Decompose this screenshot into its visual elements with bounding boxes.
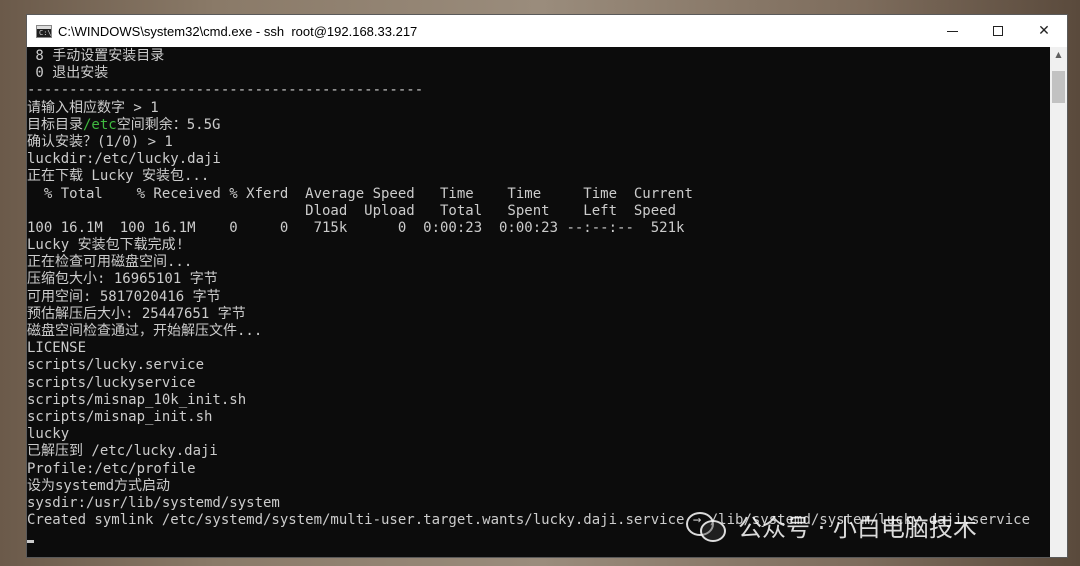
wechat-icon [686, 510, 728, 542]
console-line: luckdir:/etc/lucky.daji [27, 151, 221, 168]
maximize-button[interactable] [975, 15, 1021, 47]
console-line: scripts/luckyservice [27, 374, 196, 391]
watermark-text: 公众号 · 小白电脑技术 [738, 513, 977, 542]
console-line: LICENSE [27, 340, 87, 357]
console-line: 预估解压后大小: 25447651 字节 [27, 305, 246, 322]
maximize-icon [993, 26, 1003, 36]
console-line: 正在下载 Lucky 安装包... [27, 168, 210, 185]
console-line: 可用空间: 5817020416 字节 [27, 288, 221, 305]
console-line: 压缩包大小: 16965101 字节 [27, 271, 218, 288]
console-line: % Total % Received % Xferd Average Speed… [27, 185, 693, 202]
target-dir-suffix: 空间剩余：5.5G [116, 116, 221, 133]
target-dir-line: 目标目录/etc空间剩余：5.5G [27, 117, 1050, 134]
close-button[interactable]: ✕ [1021, 15, 1067, 47]
console-line: 8 手动设置安装目录 [27, 48, 165, 64]
console-line: 正在检查可用磁盘空间... [27, 254, 193, 271]
console-line: lucky [27, 426, 70, 443]
console-line: 设为systemd方式启动 [27, 477, 171, 494]
watermark: 公众号 · 小白电脑技术 [686, 507, 977, 543]
target-dir-prefix: 目标目录 [27, 116, 83, 133]
vertical-scrollbar[interactable]: ▲ [1050, 47, 1067, 557]
console-line: Dload Upload Total Spent Left Speed [27, 202, 677, 219]
text-cursor [27, 540, 34, 544]
terminal-window: C:\ C:\WINDOWS\system32\cmd.exe - ssh ro… [26, 14, 1068, 558]
minimize-button[interactable] [929, 15, 975, 47]
console-line: scripts/misnap_init.sh [27, 408, 213, 425]
close-icon: ✕ [1038, 23, 1050, 39]
cmd-icon[interactable]: C:\ [36, 24, 52, 38]
console-line: ----------------------------------------… [27, 82, 424, 99]
target-dir-path: /etc [83, 116, 117, 133]
minimize-icon [946, 30, 958, 32]
scroll-up-icon[interactable]: ▲ [1050, 50, 1067, 59]
console-line: scripts/lucky.service [27, 357, 205, 374]
console-line: 0 退出安装 [27, 65, 109, 82]
console-line: 确认安装？(1/0) > 1 [27, 133, 173, 150]
scrollbar-thumb[interactable] [1052, 71, 1065, 103]
console-line: Lucky 安装包下载完成! [27, 237, 185, 254]
console-output[interactable]: 8 手动设置安装目录 0 退出安装 ----------------------… [27, 47, 1050, 557]
console-line: scripts/misnap_10k_init.sh [27, 391, 247, 408]
window-title: C:\WINDOWS\system32\cmd.exe - ssh root@1… [58, 23, 418, 39]
console-line: 请输入相应数字 > 1 [27, 99, 159, 116]
title-bar[interactable]: C:\ C:\WINDOWS\system32\cmd.exe - ssh ro… [27, 15, 1067, 47]
console-line: 100 16.1M 100 16.1M 0 0 715k 0 0:00:23 0… [27, 219, 685, 236]
console-line: 已解压到 /etc/lucky.daji [27, 443, 218, 460]
console-line: Profile:/etc/profile [27, 460, 196, 477]
console-line: 磁盘空间检查通过，开始解压文件... [27, 323, 263, 339]
